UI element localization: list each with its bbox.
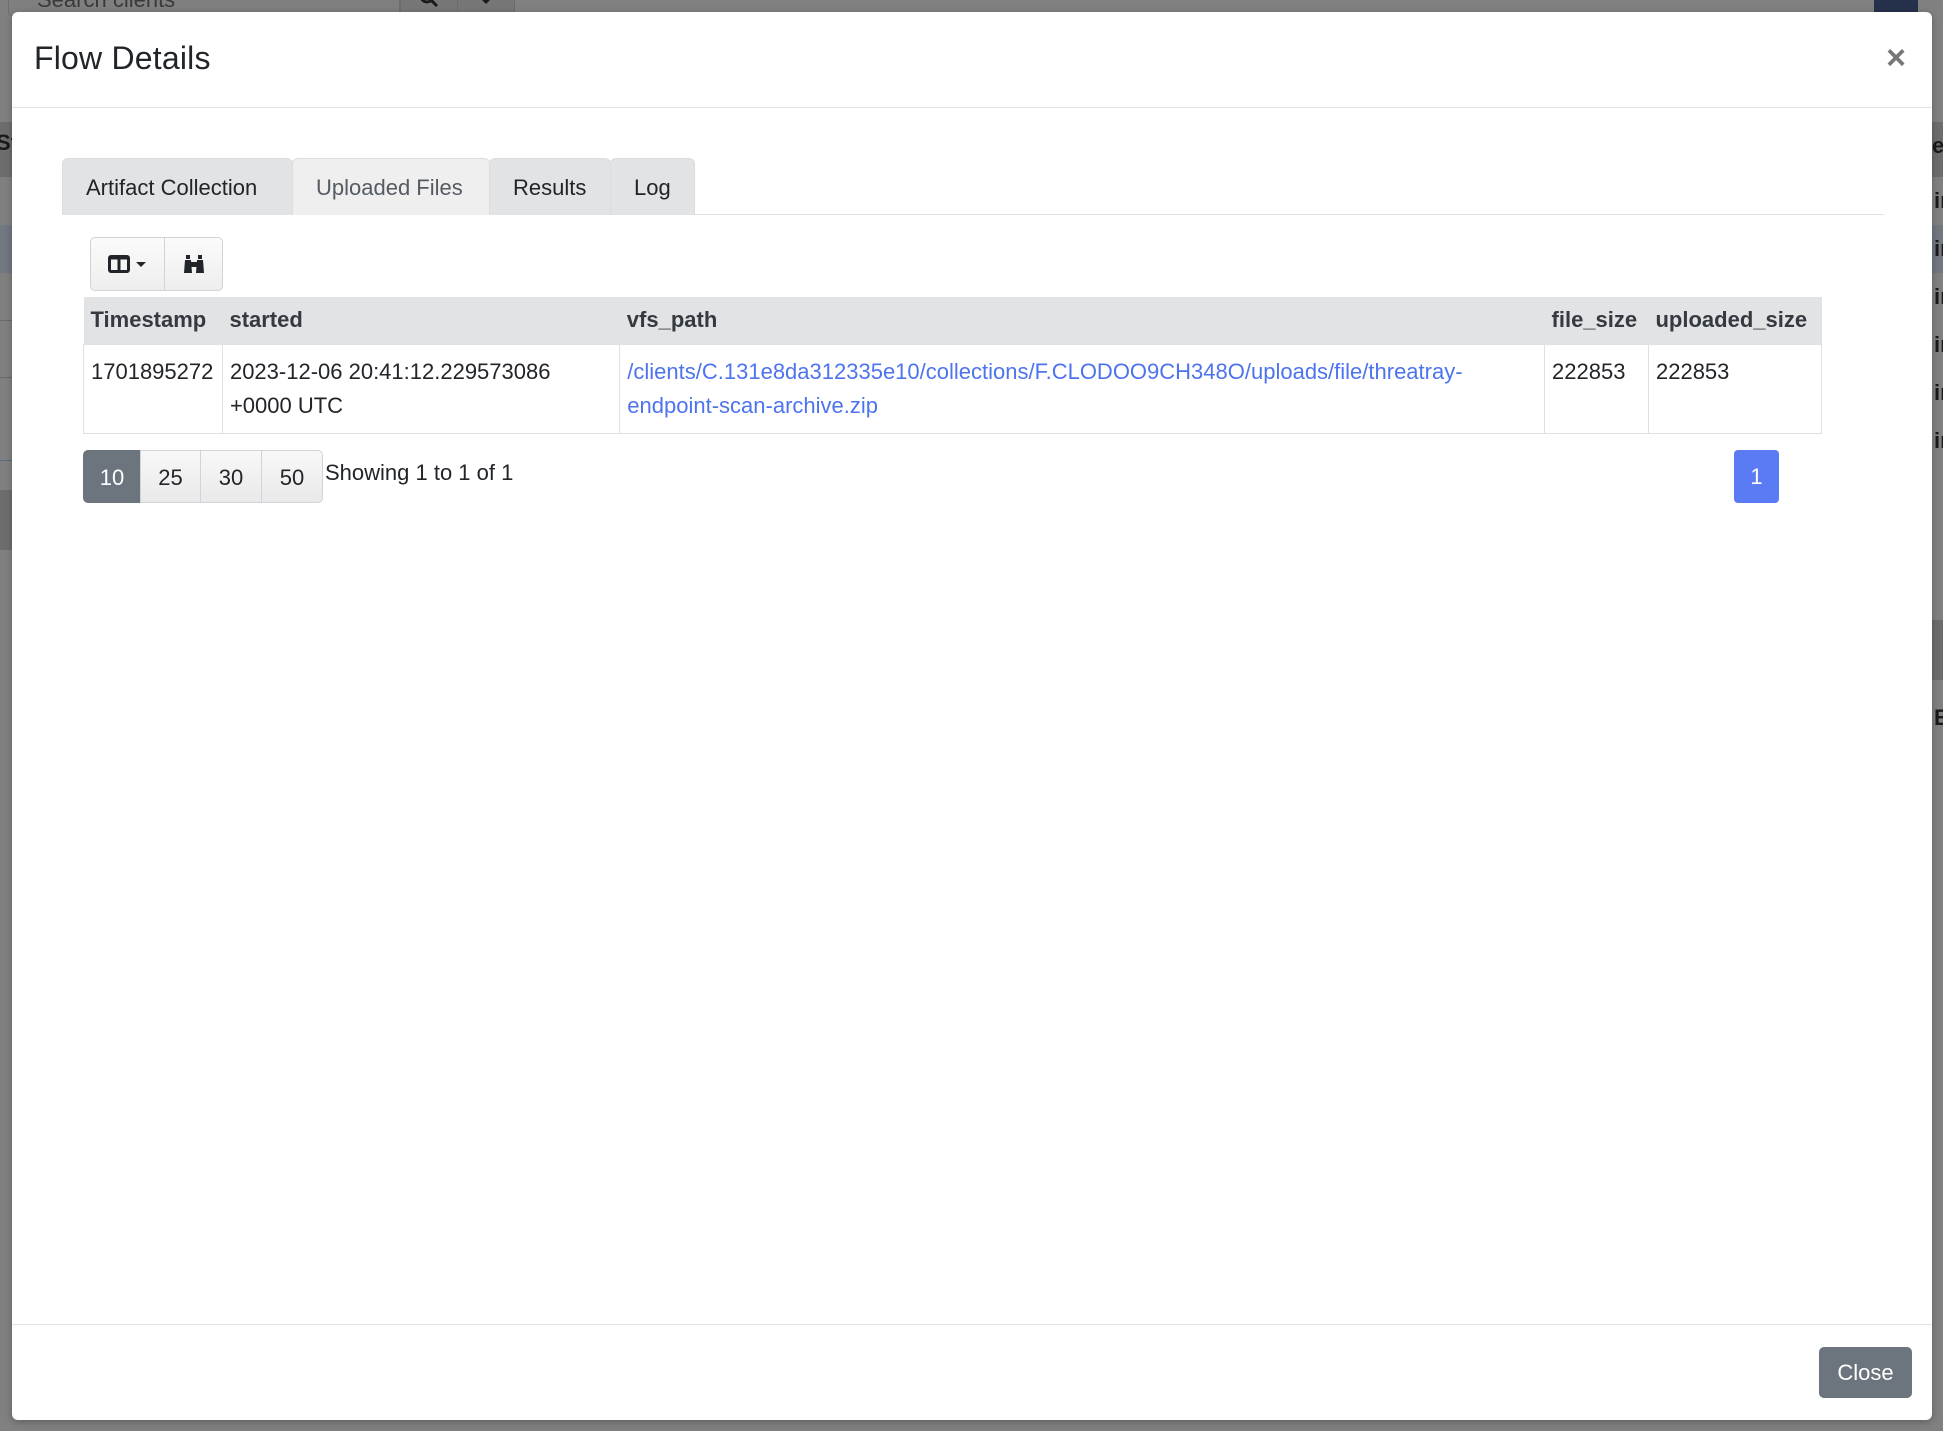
column-selector-button[interactable] (90, 237, 165, 291)
table-header-row: Timestamp started vfs_path file_size upl… (83, 297, 1822, 344)
close-icon[interactable]: × (1876, 38, 1916, 78)
flow-details-modal: Flow Details × Artifact Collection Uploa… (12, 12, 1932, 1420)
search-icon (420, 0, 439, 8)
page-size-30-button[interactable]: 30 (200, 450, 262, 503)
modal-title: Flow Details (34, 40, 211, 76)
binoculars-icon (183, 255, 204, 273)
background-text: in (1934, 284, 1943, 309)
background-text: in (1934, 236, 1943, 261)
background-text: B (1934, 705, 1943, 730)
pagination-summary: Showing 1 to 1 of 1 (325, 460, 514, 485)
column-header-uploaded-size[interactable]: uploaded_size (1648, 297, 1822, 344)
caret-down-icon (136, 262, 146, 267)
tab-results[interactable]: Results (489, 158, 611, 215)
background-panel (0, 490, 12, 550)
modal-header: Flow Details × (12, 12, 1932, 108)
tab-artifact-collection[interactable]: Artifact Collection (62, 158, 293, 215)
column-header-vfs-path[interactable]: vfs_path (619, 297, 1545, 344)
vfs-path-link[interactable]: /clients/C.131e8da312335e10/collections/… (627, 359, 1462, 418)
column-header-file-size[interactable]: file_size (1544, 297, 1649, 344)
search-button[interactable] (165, 237, 223, 291)
modal-footer: Close (12, 1324, 1932, 1420)
divider (0, 460, 12, 461)
cell-uploaded-size: 222853 (1647, 343, 1823, 434)
background-text: in (1934, 428, 1943, 453)
cell-file-size: 222853 (1544, 343, 1649, 434)
column-header-started[interactable]: started (222, 297, 620, 344)
page-size-10-button[interactable]: 10 (83, 450, 141, 503)
close-button[interactable]: Close (1819, 1347, 1912, 1398)
cell-vfs-path: /clients/C.131e8da312335e10/collections/… (619, 343, 1546, 434)
cell-timestamp: 1701895272 (83, 343, 223, 434)
tab-bar: Artifact Collection Uploaded Files Resul… (62, 158, 1884, 215)
page-size-50-button[interactable]: 50 (261, 450, 323, 503)
divider (0, 320, 12, 321)
columns-icon (108, 255, 130, 273)
page-size-25-button[interactable]: 25 (140, 450, 201, 503)
column-header-timestamp[interactable]: Timestamp (83, 297, 223, 344)
background-text: in (1934, 332, 1943, 357)
background-text: in (1934, 380, 1943, 405)
background-panel (1932, 620, 1943, 680)
divider (0, 377, 12, 378)
background-text: ea (1932, 133, 1943, 158)
tab-uploaded-files[interactable]: Uploaded Files (292, 158, 490, 215)
page-size-selector: 10 25 30 50 (83, 450, 323, 503)
uploaded-files-table: Timestamp started vfs_path file_size upl… (83, 297, 1823, 434)
cell-started: 2023-12-06 20:41:12.229573086 +0000 UTC (221, 343, 621, 434)
page-1-button[interactable]: 1 (1734, 450, 1779, 503)
tab-log[interactable]: Log (610, 158, 695, 215)
table-toolbar (90, 237, 223, 291)
background-text: in (1934, 188, 1943, 213)
caret-down-icon (482, 0, 490, 4)
table-row: 1701895272 2023-12-06 20:41:12.229573086… (83, 343, 1823, 434)
background-panel (0, 225, 12, 273)
